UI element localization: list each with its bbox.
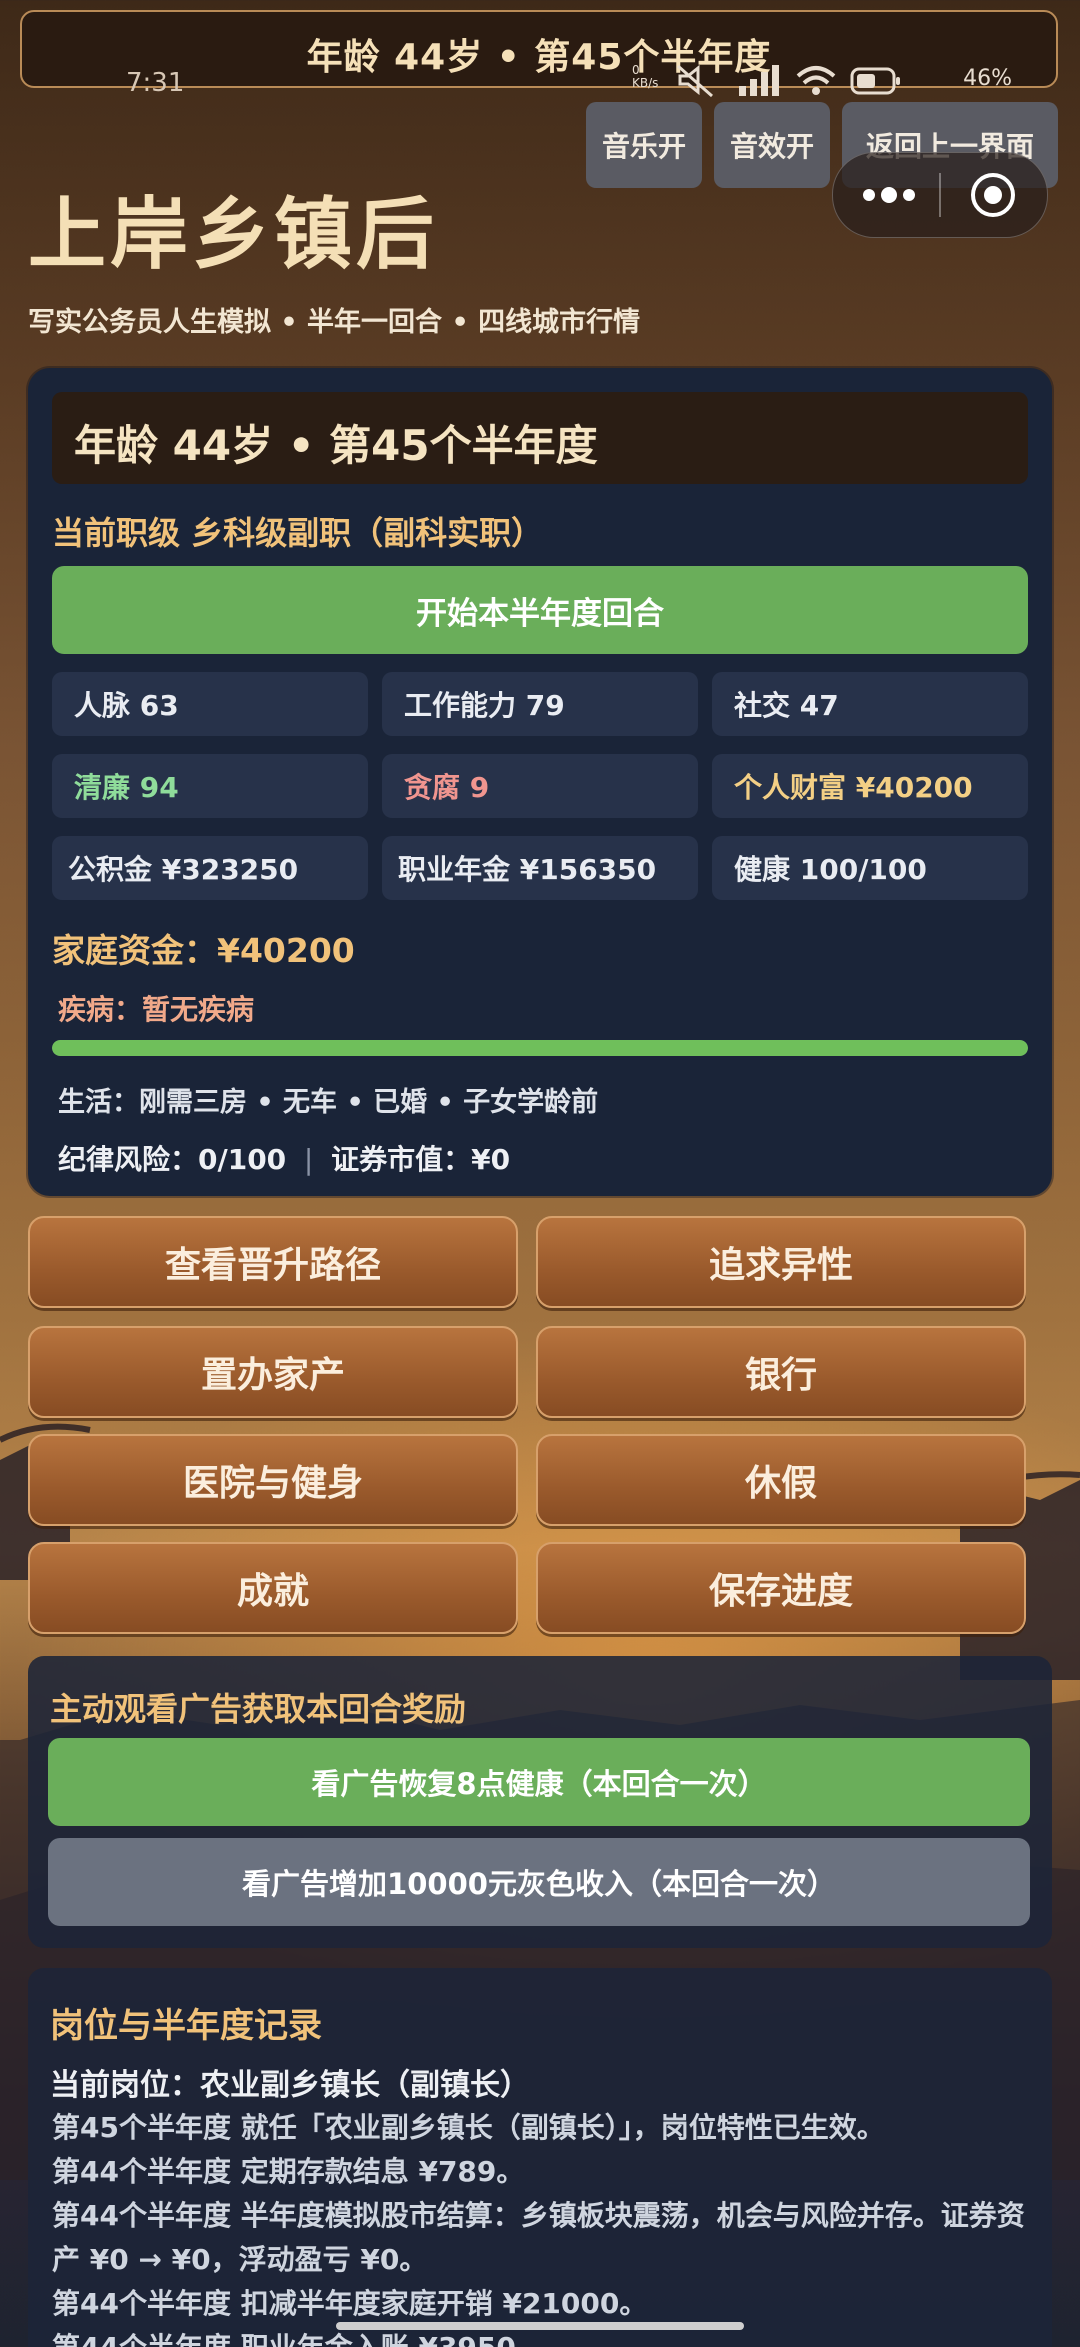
ad-health-button[interactable]: 看广告恢复8点健康（本回合一次） — [48, 1738, 1030, 1826]
current-rank: 当前职级 乡科级副职（副科实职） — [52, 514, 544, 552]
bank-button[interactable]: 银行 — [536, 1326, 1026, 1418]
mini-program-capsule — [832, 152, 1048, 238]
ad-income-button[interactable]: 看广告增加10000元灰色收入（本回合一次） — [48, 1838, 1030, 1926]
stat-network: 人脉 63 — [52, 672, 368, 736]
hospital-fitness-button[interactable]: 医院与健身 — [28, 1434, 518, 1526]
status-panel: 年龄 44岁 • 第45个半年度 当前职级 乡科级副职（副科实职） 开始本半年度… — [28, 368, 1052, 1196]
turn-info-box: 年龄 44岁 • 第45个半年度 — [52, 392, 1028, 484]
record-line: 第44个半年度 定期存款结息 ¥789。 — [52, 2155, 525, 2188]
post-record-panel: 岗位与半年度记录 当前岗位：农业副乡镇长（副镇长） 第45个半年度 就任「农业副… — [28, 1968, 1052, 2347]
battery-percent: 46% — [963, 66, 1012, 91]
stat-work-ability: 工作能力 79 — [382, 672, 698, 736]
status-time: 7:31 — [126, 68, 185, 98]
stat-corruption: 贪腐 9 — [382, 754, 698, 818]
record-line: 第45个半年度 就任「农业副乡镇长（副镇长）」，岗位特性已生效。 — [52, 2111, 885, 2144]
promotion-path-button[interactable]: 查看晋升路径 — [28, 1216, 518, 1308]
achievements-button[interactable]: 成就 — [28, 1542, 518, 1634]
start-turn-button[interactable]: 开始本半年度回合 — [52, 566, 1028, 654]
ad-reward-panel: 主动观看广告获取本回合奖励 看广告恢复8点健康（本回合一次） 看广告增加1000… — [28, 1656, 1052, 1948]
disease-status: 疾病：暂无疾病 — [58, 993, 255, 1026]
health-progress-bar — [52, 1040, 1028, 1056]
life-status: 生活：刚需三房 • 无车 • 已婚 • 子女学龄前 — [58, 1087, 599, 1118]
vacation-button[interactable]: 休假 — [536, 1434, 1026, 1526]
buy-property-button[interactable]: 置办家产 — [28, 1326, 518, 1418]
app-title: 上岸乡镇后 — [28, 190, 439, 280]
wifi-icon — [796, 66, 836, 95]
ad-panel-title: 主动观看广告获取本回合奖励 — [50, 1690, 467, 1728]
more-icon[interactable] — [859, 177, 919, 213]
turn-top-bar: 年龄 44岁 • 第45个半年度 7:31 0 KB/s 46% — [20, 10, 1058, 98]
current-post: 当前岗位：农业副乡镇长（副镇长） — [50, 2068, 530, 2103]
stat-personal-wealth: 个人财富 ¥40200 — [712, 754, 1028, 818]
stat-health: 健康 100/100 — [712, 836, 1028, 900]
risk-divider: | — [303, 1143, 314, 1176]
risk-line: 纪律风险：0/100 | 证券市值：¥0 — [58, 1138, 510, 1178]
music-toggle-button[interactable]: 音乐开 — [586, 102, 702, 188]
sound-toggle-button[interactable]: 音效开 — [714, 102, 830, 188]
stat-housing-fund: 公积金 ¥323250 — [52, 836, 368, 900]
net-speed: 0 KB/s — [632, 63, 659, 90]
home-indicator[interactable] — [336, 2322, 744, 2330]
target-close-icon[interactable] — [969, 171, 1017, 219]
health-progress-fill — [52, 1040, 1028, 1056]
record-line: 第44个半年度 半年度模拟股市结算：乡镇板块震荡，机会与风险并存。证券资产 ¥0… — [52, 2199, 1025, 2276]
status-icons: 0 KB/s 46% — [632, 62, 1012, 98]
turn-info: 年龄 44岁 • 第45个半年度 — [74, 421, 598, 470]
stat-social: 社交 47 — [712, 672, 1028, 736]
app-subtitle: 写实公务员人生模拟 • 半年一回合 • 四线城市行情 — [28, 307, 641, 338]
capsule-divider — [939, 173, 941, 217]
stat-occupational-annuity: 职业年金 ¥156350 — [382, 836, 698, 900]
save-progress-button[interactable]: 保存进度 — [536, 1542, 1026, 1634]
discipline-risk: 纪律风险：0/100 — [58, 1143, 287, 1176]
stat-integrity: 清廉 94 — [52, 754, 368, 818]
battery-icon — [850, 67, 900, 95]
record-panel-title: 岗位与半年度记录 — [50, 2006, 322, 2046]
mute-icon — [677, 64, 713, 98]
pursue-romance-button[interactable]: 追求异性 — [536, 1216, 1026, 1308]
stock-value: 证券市值：¥0 — [331, 1143, 511, 1176]
signal-icon — [739, 65, 779, 96]
family-money: 家庭资金：¥40200 — [52, 931, 355, 970]
record-line: 第44个半年度 扣减半年度家庭开销 ¥21000。 — [52, 2287, 648, 2320]
